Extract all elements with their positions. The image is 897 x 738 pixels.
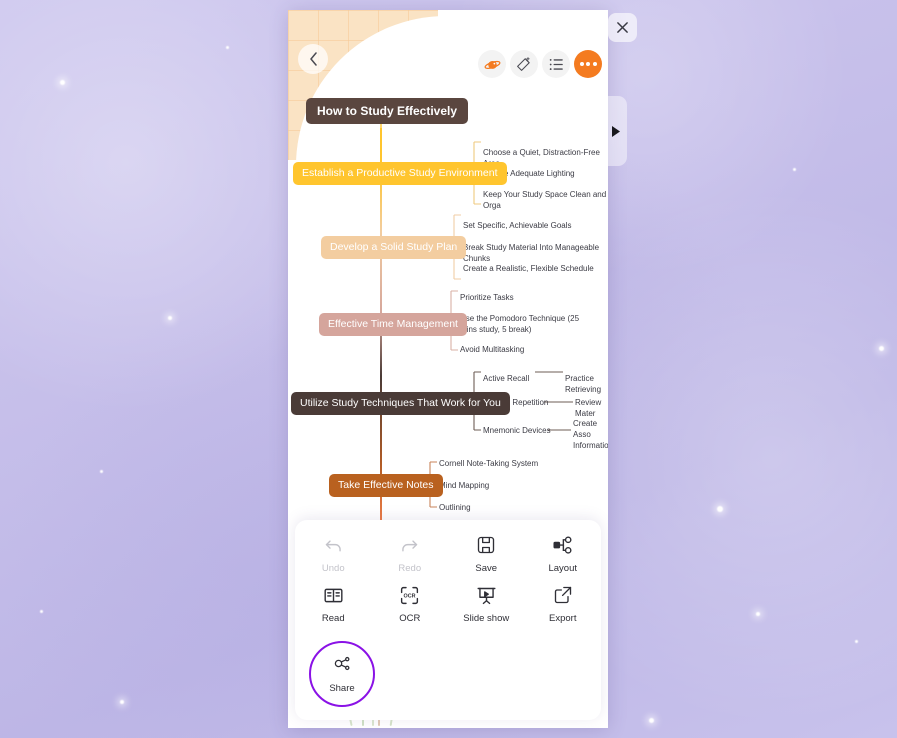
list-icon (549, 58, 563, 70)
sparkle (649, 718, 654, 723)
sparkle (855, 640, 858, 643)
layout-icon (552, 534, 573, 556)
sparkle (168, 316, 172, 320)
layout-label: Layout (548, 563, 578, 574)
action-sheet: Undo Redo Save Layout Read OCR OCR Slide… (295, 520, 601, 720)
ellipsis-icon (579, 62, 597, 66)
read-label: Read (321, 613, 345, 625)
mindmap-branch-node-4[interactable]: Utilize Study Techniques That Work for Y… (291, 392, 510, 415)
mindmap-subleaf-node[interactable]: Create Asso Information (573, 419, 608, 451)
mindmap-leaf-node[interactable]: Outlining (439, 503, 471, 514)
mindmap-leaf-node[interactable]: Break Study Material Into Manageable Chu… (463, 243, 608, 265)
share-button[interactable]: Share (309, 641, 375, 707)
slideshow-label: Slide show (463, 613, 510, 625)
layout-button[interactable]: Layout (525, 534, 602, 574)
mindmap-leaf-node[interactable]: Avoid Multitasking (460, 345, 524, 356)
slideshow-icon (476, 584, 497, 606)
sparkle (756, 612, 760, 616)
mindmap-leaf-node[interactable]: Create a Realistic, Flexible Schedule (463, 264, 594, 275)
read-icon (323, 584, 344, 606)
mindmap-leaf-node[interactable]: Keep Your Study Space Clean and Orga (483, 190, 608, 212)
app-topbar (288, 10, 608, 102)
mindmap-branch-node-3[interactable]: Effective Time Management (319, 313, 467, 336)
export-label: Export (549, 613, 577, 625)
ocr-icon: OCR (399, 584, 420, 606)
ocr-button[interactable]: OCR OCR (372, 584, 449, 624)
save-icon (476, 534, 496, 556)
expand-panel-button[interactable] (604, 96, 627, 166)
share-label: Share (329, 683, 355, 694)
close-button[interactable] (608, 13, 637, 42)
mindmap-branch-node-5[interactable]: Take Effective Notes (329, 474, 443, 497)
mindmap-leaf-node[interactable]: Set Specific, Achievable Goals (463, 221, 572, 232)
redo-button[interactable]: Redo (372, 534, 449, 574)
undo-button[interactable]: Undo (295, 534, 372, 574)
mindmap-subleaf-node[interactable]: Practice Retrieving (565, 374, 608, 396)
more-options-button[interactable] (574, 50, 602, 78)
mindmap-app-window: How to Study Effectively Establish a Pro… (288, 10, 608, 728)
sparkle (120, 700, 124, 704)
sparkle (100, 470, 103, 473)
sparkle (879, 346, 884, 351)
mindmap-leaf-node[interactable]: Mnemonic Devices (483, 426, 551, 437)
mindmap-leaf-node[interactable]: Cornell Note-Taking System (439, 459, 538, 470)
action-grid: Undo Redo Save Layout Read OCR OCR Slide… (295, 534, 601, 624)
wand-icon (517, 57, 530, 71)
undo-icon (323, 534, 344, 556)
slideshow-button[interactable]: Slide show (448, 584, 525, 624)
mindmap-leaf-node[interactable]: Use the Pomodoro Technique (25 mins stud… (460, 314, 595, 336)
undo-label: Undo (321, 563, 345, 574)
redo-label: Redo (398, 563, 422, 574)
sparkle (226, 46, 229, 49)
outline-list-icon[interactable] (542, 50, 570, 78)
back-button[interactable] (298, 44, 328, 74)
svg-text:OCR: OCR (404, 593, 416, 599)
mindmap-leaf-node[interactable]: Mind Mapping (439, 481, 489, 492)
mindmap-leaf-node[interactable]: Active Recall (483, 374, 529, 385)
mindmap-subleaf-node[interactable]: Review Mater (575, 398, 608, 420)
sparkle (717, 506, 723, 512)
redo-icon (399, 534, 420, 556)
export-icon (553, 584, 573, 606)
share-icon (333, 654, 352, 678)
ai-assistant-icon[interactable] (478, 50, 506, 78)
mindmap-leaf-node[interactable]: Prioritize Tasks (460, 293, 514, 304)
magic-wand-icon[interactable] (510, 50, 538, 78)
save-button[interactable]: Save (448, 534, 525, 574)
planet-icon (484, 60, 500, 69)
sparkle (793, 168, 796, 171)
triangle-right-icon (611, 125, 620, 137)
close-icon (617, 22, 628, 33)
sparkle (60, 80, 65, 85)
save-label: Save (475, 563, 498, 574)
mindmap-branch-node-2[interactable]: Develop a Solid Study Plan (321, 236, 467, 259)
desktop-wallpaper: How to Study Effectively Establish a Pro… (0, 0, 897, 738)
ocr-label: OCR (399, 613, 421, 625)
read-button[interactable]: Read (295, 584, 372, 624)
sparkle (40, 610, 43, 613)
mindmap-branch-node-1[interactable]: Establish a Productive Study Environment (293, 162, 507, 185)
export-button[interactable]: Export (525, 584, 602, 624)
chevron-left-icon (309, 52, 317, 66)
